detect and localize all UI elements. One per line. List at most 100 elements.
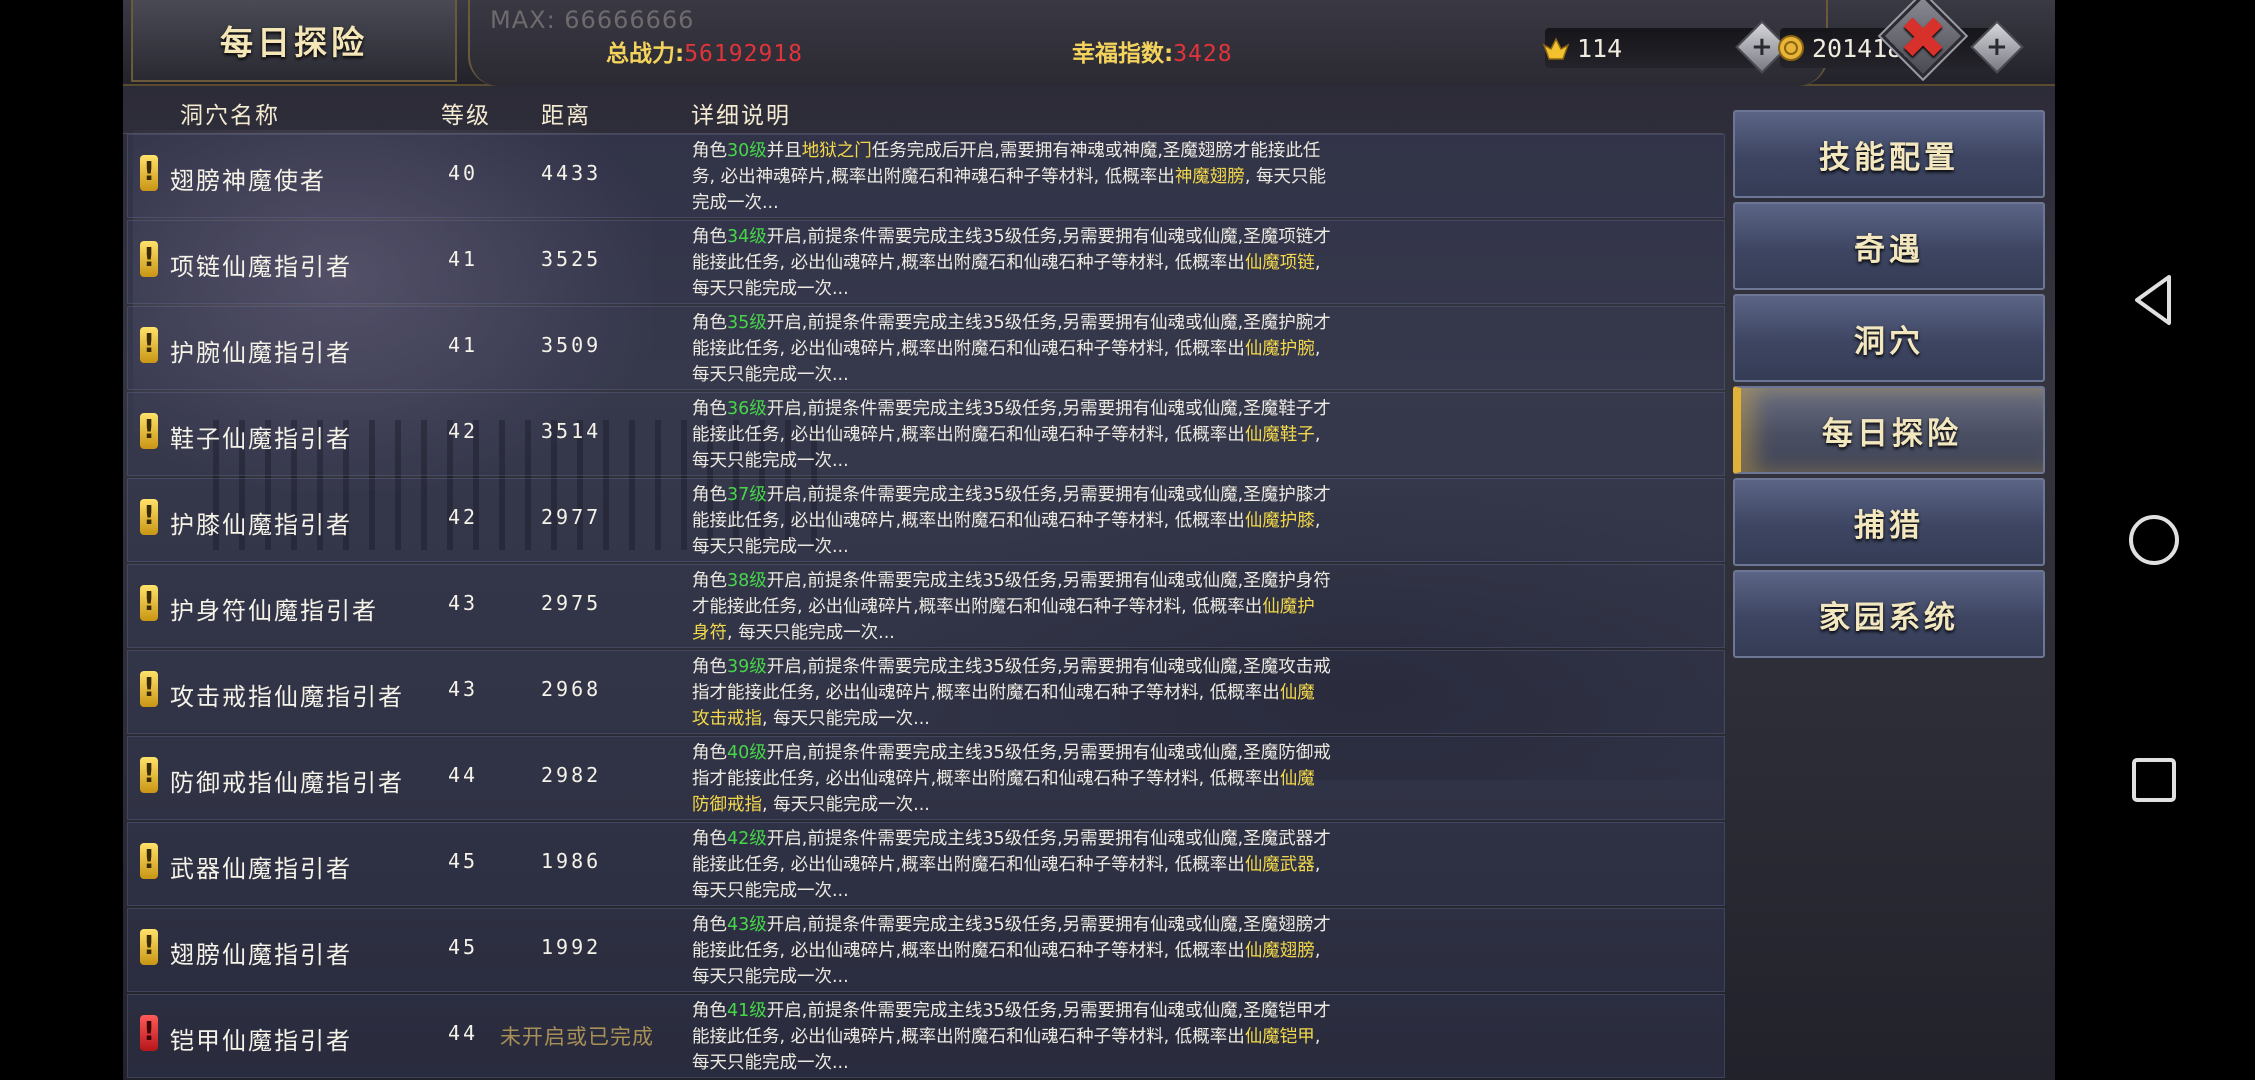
header-description: 详细说明: [691, 103, 791, 129]
desc-suffix: , 每天只能完成一次...: [762, 709, 930, 729]
menu-button-label: 技能配置: [1819, 139, 1959, 176]
close-button[interactable]: ✖: [1865, 0, 1981, 94]
desc-body: 开启,前提条件需要完成主线35级任务,另需要拥有仙魂或仙魔,圣魔护身符才能接此任…: [692, 571, 1331, 617]
cave-description: 角色39级开启,前提条件需要完成主线35级任务,另需要拥有仙魂或仙魔,圣魔攻击戒…: [692, 654, 1332, 732]
desc-required-level: 36级: [727, 399, 767, 419]
cave-name: 护腕仙魔指引者: [170, 339, 352, 367]
cave-name: 项链仙魔指引者: [170, 253, 352, 281]
desc-body: 开启,前提条件需要完成主线35级任务,另需要拥有仙魂或仙魔,圣魔攻击戒指才能接此…: [692, 657, 1331, 703]
cave-distance: 2982: [541, 763, 602, 787]
header-level: 等级: [441, 103, 491, 129]
menu-button-label: 捕猎: [1854, 507, 1924, 544]
cave-distance: 3509: [541, 333, 602, 357]
desc-required-level: 37级: [727, 485, 767, 505]
cave-description: 角色30级并且地狱之门任务完成后开启,需要拥有神魂或神魔,圣魔翅膀才能接此任务,…: [692, 138, 1332, 216]
menu-button-3[interactable]: 每日探险: [1733, 386, 2045, 474]
table-header: 洞穴名称 等级 距离 详细说明: [123, 86, 1723, 134]
title-plate: 每日探险: [131, 0, 457, 82]
cave-description: 角色40级开启,前提条件需要完成主线35级任务,另需要拥有仙魂或仙魔,圣魔防御戒…: [692, 740, 1332, 818]
home-icon[interactable]: [2121, 507, 2187, 573]
cave-description: 角色43级开启,前提条件需要完成主线35级任务,另需要拥有仙魂或仙魔,圣魔翅膀才…: [692, 912, 1332, 990]
cave-level: 45: [448, 849, 479, 873]
desc-body: 开启,前提条件需要完成主线35级任务,另需要拥有仙魂或仙魔,圣魔翅膀才能接此任务…: [692, 915, 1331, 961]
menu-button-label: 家园系统: [1819, 599, 1959, 636]
desc-body: 开启,前提条件需要完成主线35级任务,另需要拥有仙魂或仙魔,圣魔护腕才能接此任务…: [692, 313, 1331, 359]
desc-prefix: 角色: [692, 915, 727, 935]
desc-reward-item: 仙魔武器: [1244, 855, 1315, 875]
table-row[interactable]: ! 护腕仙魔指引者 41 3509 角色35级开启,前提条件需要完成主线35级任务,另需…: [127, 306, 1725, 390]
cave-level: 40: [448, 161, 479, 185]
table-row[interactable]: ! 护膝仙魔指引者 42 2977 角色37级开启,前提条件需要完成主线35级任务,另需…: [127, 478, 1725, 562]
header-distance: 距离: [541, 103, 591, 129]
cave-level: 44: [448, 763, 479, 787]
android-nav-bar: [2055, 0, 2255, 1080]
cave-level: 41: [448, 333, 479, 357]
ingot-value: 114: [1577, 33, 1623, 63]
recents-icon[interactable]: [2121, 747, 2187, 813]
desc-reward-item: 仙魔翅膀: [1244, 941, 1315, 961]
desc-required-level: 38级: [727, 571, 767, 591]
desc-body: 开启,前提条件需要完成主线35级任务,另需要拥有仙魂或仙魔,圣魔护膝才能接此任务…: [692, 485, 1331, 531]
total-power-value: 56192918: [684, 41, 803, 67]
cave-name: 护膝仙魔指引者: [170, 511, 352, 539]
cave-distance: 3514: [541, 419, 602, 443]
cave-description: 角色38级开启,前提条件需要完成主线35级任务,另需要拥有仙魂或仙魔,圣魔护身符…: [692, 568, 1332, 646]
table-row[interactable]: ! 铠甲仙魔指引者 44 未开启或已完成 角色41级开启,前提条件需要完成主线35级任务…: [127, 994, 1725, 1078]
desc-required-level: 41级: [727, 1001, 767, 1021]
yellow-alert-icon: !: [140, 413, 158, 449]
table-row[interactable]: ! 翅膀神魔使者 40 4433 角色30级并且地狱之门任务完成后开启,需要拥有神魂或神…: [127, 134, 1725, 218]
cave-level: 43: [448, 591, 479, 615]
table-row[interactable]: ! 攻击戒指仙魔指引者 43 2968 角色39级开启,前提条件需要完成主线35级任务,…: [127, 650, 1725, 734]
desc-prefix: 角色: [692, 829, 727, 849]
cave-distance: 2975: [541, 591, 602, 615]
cave-distance: 4433: [541, 161, 602, 185]
cave-level: 42: [448, 505, 479, 529]
yellow-alert-icon: !: [140, 155, 158, 191]
table-row[interactable]: ! 鞋子仙魔指引者 42 3514 角色36级开启,前提条件需要完成主线35级任务,另需…: [127, 392, 1725, 476]
back-icon[interactable]: [2121, 267, 2187, 333]
menu-button-label: 每日探险: [1822, 415, 1962, 452]
cave-description: 角色35级开启,前提条件需要完成主线35级任务,另需要拥有仙魂或仙魔,圣魔护腕才…: [692, 310, 1332, 388]
desc-body: 开启,前提条件需要完成主线35级任务,另需要拥有仙魂或仙魔,圣魔鞋子才能接此任务…: [692, 399, 1331, 445]
cave-level: 44: [448, 1021, 479, 1045]
yellow-alert-icon: !: [140, 585, 158, 621]
total-power-label: 总战力:: [606, 41, 685, 67]
menu-button-5[interactable]: 家园系统: [1733, 570, 2045, 658]
table-row[interactable]: ! 防御戒指仙魔指引者 44 2982 角色40级开启,前提条件需要完成主线35级任务,…: [127, 736, 1725, 820]
desc-prefix: 角色: [692, 227, 727, 247]
table-row[interactable]: ! 武器仙魔指引者 45 1986 角色42级开启,前提条件需要完成主线35级任务,另需…: [127, 822, 1725, 906]
cave-description: 角色41级开启,前提条件需要完成主线35级任务,另需要拥有仙魂或仙魔,圣魔铠甲才…: [692, 998, 1332, 1076]
desc-reward-item: 仙魔铠甲: [1244, 1027, 1315, 1047]
desc-required-level: 35级: [727, 313, 767, 333]
table-row[interactable]: ! 项链仙魔指引者 41 3525 角色34级开启,前提条件需要完成主线35级任务,另需…: [127, 220, 1725, 304]
desc-prefix: 角色: [692, 657, 727, 677]
gold-ingot-icon: [1542, 37, 1570, 60]
menu-button-1[interactable]: 奇遇: [1733, 202, 2045, 290]
desc-required-level: 34级: [727, 227, 767, 247]
desc-prefix: 角色: [692, 399, 727, 419]
table-row[interactable]: ! 护身符仙魔指引者 43 2975 角色38级开启,前提条件需要完成主线35级任务,另…: [127, 564, 1725, 648]
yellow-alert-icon: !: [140, 843, 158, 879]
cave-distance: 2977: [541, 505, 602, 529]
page-title: 每日探险: [220, 23, 368, 62]
happiness-value: 3428: [1173, 41, 1233, 67]
menu-button-label: 奇遇: [1854, 231, 1924, 268]
menu-button-0[interactable]: 技能配置: [1733, 110, 2045, 198]
cave-name: 护身符仙魔指引者: [170, 597, 378, 625]
cave-distance: 3525: [541, 247, 602, 271]
table-row[interactable]: ! 翅膀仙魔指引者 45 1992 角色43级开启,前提条件需要完成主线35级任务,另需…: [127, 908, 1725, 992]
cave-name: 翅膀神魔使者: [170, 167, 326, 195]
desc-prefix: 角色: [692, 313, 727, 333]
desc-prefix: 角色: [692, 1001, 727, 1021]
cave-description: 角色36级开启,前提条件需要完成主线35级任务,另需要拥有仙魂或仙魔,圣魔鞋子才…: [692, 396, 1332, 474]
cave-distance: 2968: [541, 677, 602, 701]
menu-button-4[interactable]: 捕猎: [1733, 478, 2045, 566]
cave-description: 角色37级开启,前提条件需要完成主线35级任务,另需要拥有仙魂或仙魔,圣魔护膝才…: [692, 482, 1332, 560]
desc-prefix: 角色: [692, 141, 727, 161]
desc-suffix: , 每天只能完成一次...: [762, 795, 930, 815]
yellow-alert-icon: !: [140, 241, 158, 277]
cave-distance: 1986: [541, 849, 602, 873]
plus-icon: +: [1986, 31, 2008, 62]
menu-button-2[interactable]: 洞穴: [1733, 294, 2045, 382]
cave-level: 45: [448, 935, 479, 959]
